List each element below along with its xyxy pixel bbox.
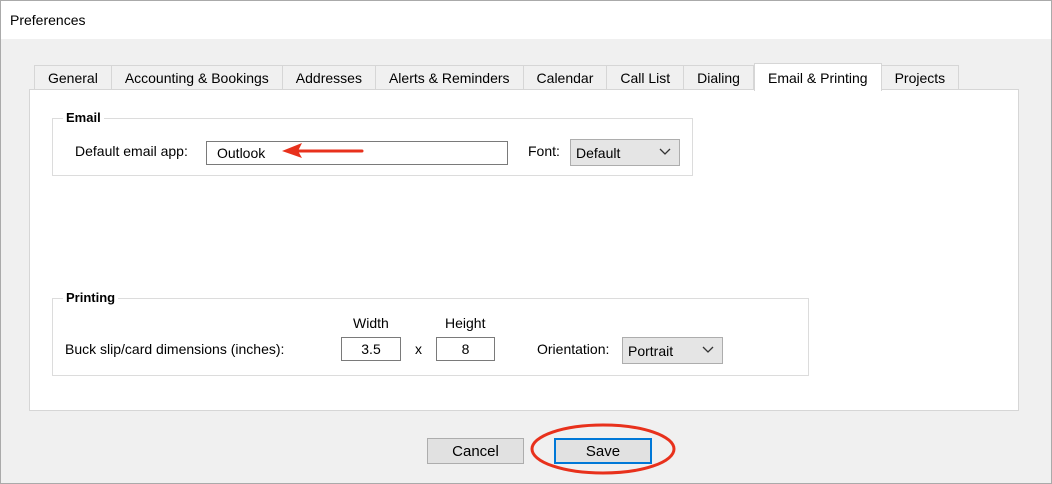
highlight-ellipse-icon <box>530 423 676 475</box>
orientation-label: Orientation: <box>537 341 610 357</box>
height-field[interactable]: 8 <box>436 337 495 361</box>
width-header: Width <box>353 315 389 331</box>
tab-accounting-bookings[interactable]: Accounting & Bookings <box>111 65 283 90</box>
tab-email-printing[interactable]: Email & Printing <box>753 63 882 91</box>
chevron-down-icon <box>702 346 714 353</box>
default-email-app-label: Default email app: <box>75 143 188 159</box>
orientation-dropdown-value: Portrait <box>628 343 674 359</box>
tab-general[interactable]: General <box>34 65 112 90</box>
tab-strip: General Accounting & Bookings Addresses … <box>34 63 960 91</box>
tab-addresses[interactable]: Addresses <box>282 65 376 90</box>
email-group-label: Email <box>63 110 104 125</box>
cancel-button[interactable]: Cancel <box>427 438 524 464</box>
arrow-left-icon <box>282 143 364 158</box>
font-dropdown[interactable]: Default <box>570 139 680 166</box>
font-dropdown-value: Default <box>576 145 621 161</box>
dimensions-label: Buck slip/card dimensions (inches): <box>65 341 285 357</box>
chevron-down-icon <box>659 148 671 155</box>
preferences-window: Preferences General Accounting & Booking… <box>0 0 1052 484</box>
window-title: Preferences <box>10 12 86 28</box>
tab-alerts-reminders[interactable]: Alerts & Reminders <box>375 65 524 90</box>
tab-calendar[interactable]: Calendar <box>523 65 608 90</box>
tab-panel-email-printing: Email Default email app: Outlook Font: D… <box>29 89 1019 411</box>
printing-group-label: Printing <box>63 290 119 305</box>
title-bar: Preferences <box>1 1 1051 39</box>
font-label: Font: <box>528 143 560 159</box>
tab-projects[interactable]: Projects <box>881 65 960 90</box>
dimension-separator: x <box>415 341 422 357</box>
tab-dialing[interactable]: Dialing <box>684 65 754 90</box>
orientation-dropdown[interactable]: Portrait <box>622 337 723 364</box>
tab-call-list[interactable]: Call List <box>607 65 685 90</box>
height-header: Height <box>445 315 486 331</box>
width-field[interactable]: 3.5 <box>341 337 401 361</box>
